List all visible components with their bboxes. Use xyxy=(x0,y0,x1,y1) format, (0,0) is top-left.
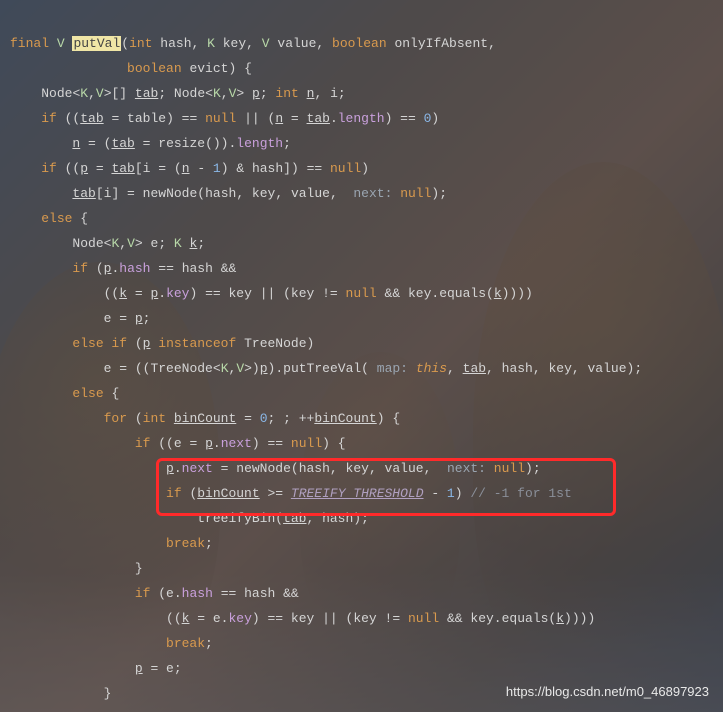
ret-type: V xyxy=(57,36,65,51)
code-block: final V putVal(int hash, K key, V value,… xyxy=(10,6,713,712)
method-name: putVal xyxy=(72,36,121,51)
kw-final: final xyxy=(10,36,49,51)
watermark-text: https://blog.csdn.net/m0_46897923 xyxy=(506,679,709,704)
